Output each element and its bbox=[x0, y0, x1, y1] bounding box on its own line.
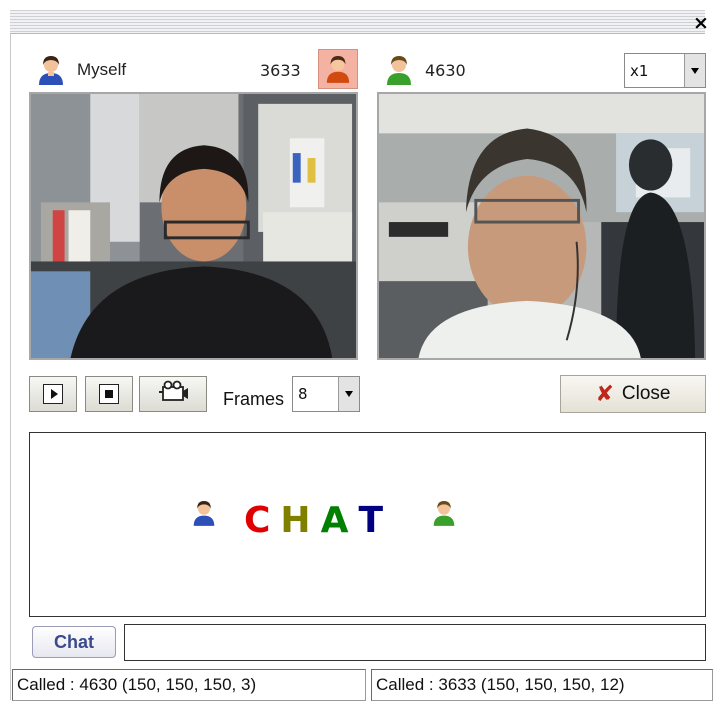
user-blue-icon bbox=[192, 499, 216, 527]
chevron-down-icon[interactable] bbox=[684, 54, 705, 87]
chat-letter-c: C bbox=[244, 500, 275, 541]
remote-video bbox=[377, 92, 706, 360]
local-user-label: Myself bbox=[77, 60, 127, 79]
local-user-number: 3633 bbox=[260, 61, 301, 80]
frames-select[interactable]: 8 bbox=[292, 376, 360, 412]
title-bar[interactable] bbox=[10, 10, 705, 34]
chevron-down-icon[interactable] bbox=[338, 377, 359, 411]
frames-label: Frames bbox=[223, 389, 285, 409]
chat-input[interactable] bbox=[124, 624, 706, 661]
zoom-select[interactable]: x1 bbox=[624, 53, 706, 88]
user-blue-icon bbox=[37, 54, 65, 86]
status-right: Called : 3633 (150, 150, 150, 12) bbox=[371, 669, 713, 701]
window-close-button[interactable]: × bbox=[690, 12, 712, 34]
play-icon bbox=[43, 384, 63, 404]
close-button[interactable]: ✘ Close bbox=[560, 375, 706, 413]
close-button-label: Close bbox=[621, 383, 671, 404]
status-left: Called : 4630 (150, 150, 150, 3) bbox=[12, 669, 366, 701]
chat-button[interactable]: Chat bbox=[32, 626, 116, 658]
local-user-red-icon[interactable] bbox=[318, 49, 358, 89]
remote-user-number: 4630 bbox=[425, 61, 466, 80]
play-button[interactable] bbox=[29, 376, 77, 412]
close-icon: ✘ bbox=[595, 381, 614, 407]
user-green-icon bbox=[432, 499, 456, 527]
stop-button[interactable] bbox=[85, 376, 133, 412]
frames-value: 8 bbox=[298, 385, 308, 403]
chat-letter-h: H bbox=[280, 500, 315, 541]
chat-letter-a: A bbox=[320, 500, 353, 541]
stop-icon bbox=[99, 384, 119, 404]
local-video bbox=[29, 92, 358, 360]
camera-button[interactable] bbox=[139, 376, 207, 412]
user-green-icon bbox=[385, 54, 413, 86]
chat-logo-text: CHAT bbox=[244, 500, 393, 541]
zoom-value: x1 bbox=[630, 61, 649, 80]
chat-letter-t: T bbox=[358, 500, 387, 541]
camera-icon bbox=[157, 380, 189, 409]
